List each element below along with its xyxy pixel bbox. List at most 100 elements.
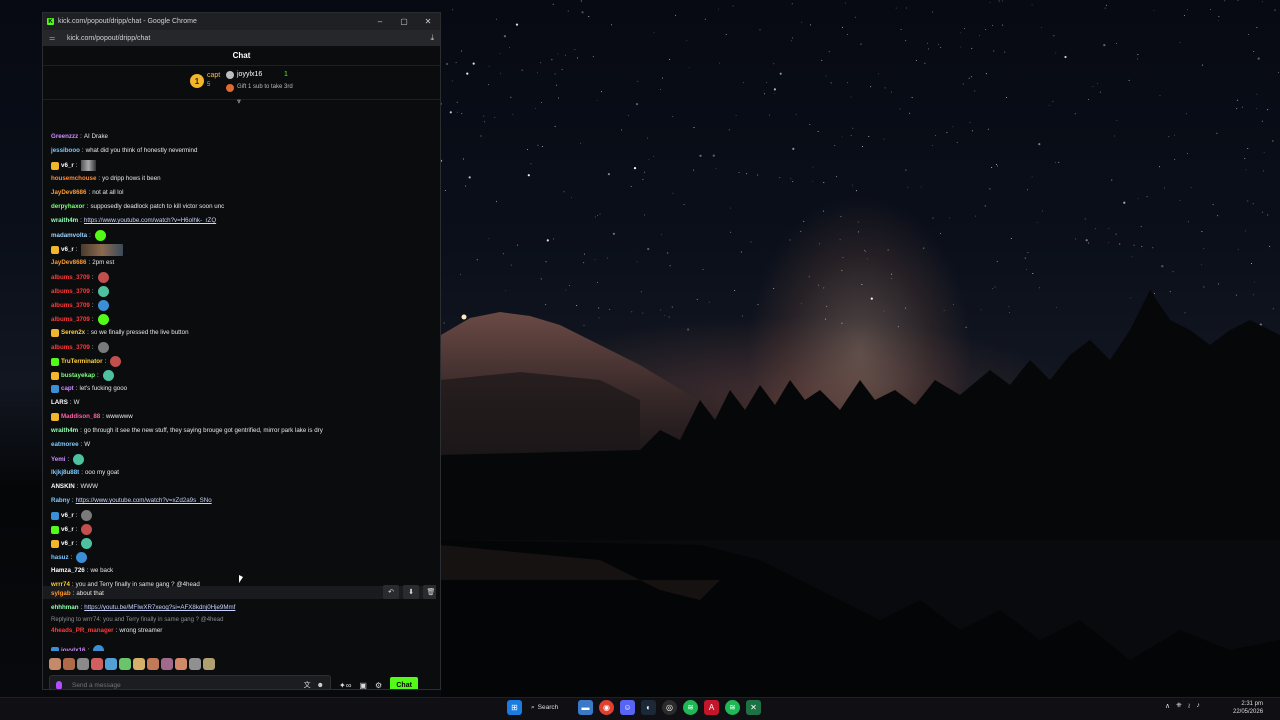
chat-message[interactable]: JayDev8686:2pm est bbox=[51, 258, 114, 268]
chat-emote-icon[interactable] bbox=[81, 244, 124, 256]
chat-username[interactable]: wraith4m bbox=[51, 216, 78, 226]
chat-message[interactable]: capt: let's fucking gooo bbox=[51, 384, 127, 394]
spotify-icon[interactable]: ≋ bbox=[683, 700, 698, 715]
send-chat-button[interactable]: Chat bbox=[390, 677, 419, 689]
chat-username[interactable]: ANSKIN bbox=[51, 482, 75, 492]
recent-emote-icon[interactable] bbox=[77, 658, 89, 670]
chat-username[interactable]: JayDev8686 bbox=[51, 188, 86, 198]
chat-username[interactable]: TruTerminator bbox=[61, 357, 102, 367]
microphone-icon[interactable] bbox=[56, 680, 62, 689]
second-gifter-name[interactable]: joyylx16 bbox=[237, 71, 262, 78]
chat-message[interactable]: housemchouse: yo dripp hows it been bbox=[51, 174, 161, 184]
volume-icon[interactable]: ♪ bbox=[1196, 702, 1200, 710]
chat-message[interactable]: Seren2x: so we finally pressed the live b… bbox=[51, 328, 189, 338]
chat-message[interactable]: jessibooo: what did you think of honestly… bbox=[51, 146, 197, 156]
chat-message[interactable]: madamvolta: bbox=[51, 230, 106, 241]
chat-message-text[interactable]: https://www.youtube.com/watch?v=H6olhk-_… bbox=[84, 216, 216, 226]
chat-username[interactable]: Greenzzz bbox=[51, 132, 78, 142]
chat-message[interactable]: Rabny: https://www.youtube.com/watch?v=xZ… bbox=[51, 496, 212, 506]
chat-username[interactable]: albums_3709 bbox=[51, 343, 90, 353]
chat-username[interactable]: v6_r bbox=[61, 525, 74, 535]
obs-icon[interactable]: ◎ bbox=[662, 700, 677, 715]
chat-username[interactable]: v6_r bbox=[61, 511, 74, 521]
chat-message[interactable]: albums_3709: bbox=[51, 272, 109, 283]
settings-gear-icon[interactable]: ⚙ bbox=[375, 681, 382, 690]
emoji-icon[interactable]: ☻ bbox=[317, 682, 324, 689]
chat-emote-icon[interactable] bbox=[97, 300, 109, 311]
chat-message[interactable]: ehhhman: https://youtu.be/MFIwXR7xeog?si=… bbox=[51, 603, 235, 613]
chat-emote-icon[interactable] bbox=[76, 552, 88, 563]
chrome-icon[interactable]: ◉ bbox=[599, 700, 614, 715]
chat-message[interactable]: v6_r: bbox=[51, 244, 124, 256]
chat-username[interactable]: wraith4m bbox=[51, 426, 78, 436]
steam-icon[interactable]: ◐ bbox=[641, 700, 656, 715]
chat-username[interactable]: Hamza_726 bbox=[51, 566, 85, 576]
chat-username[interactable]: madamvolta bbox=[51, 231, 87, 241]
chat-message[interactable]: albums_3709: bbox=[51, 300, 109, 311]
recent-emote-icon[interactable] bbox=[147, 658, 159, 670]
points-icon[interactable]: ✦∞ bbox=[339, 681, 351, 690]
chat-username[interactable]: v6_r bbox=[61, 161, 74, 171]
chat-emote-icon[interactable] bbox=[81, 510, 93, 521]
chat-username[interactable]: albums_3709 bbox=[51, 273, 90, 283]
chat-message-text[interactable]: https://youtu.be/MFIwXR7xeog?si=AFX8kdnj… bbox=[84, 603, 235, 613]
chat-emote-icon[interactable] bbox=[102, 370, 114, 381]
chat-username[interactable]: derpyhaxor bbox=[51, 202, 85, 212]
chat-username[interactable]: Rabny bbox=[51, 496, 70, 506]
chat-username[interactable]: bustayekap bbox=[61, 371, 95, 381]
chat-username[interactable]: ehhhman bbox=[51, 603, 79, 613]
chat-message[interactable]: LARS: W bbox=[51, 398, 79, 408]
chat-message[interactable]: wraith4m: go through it see the new stuff… bbox=[51, 426, 323, 436]
spotify-icon-2[interactable]: ≋ bbox=[725, 700, 740, 715]
discord-icon[interactable]: ☺ bbox=[620, 700, 635, 715]
chat-message[interactable]: JayDev8686: not at all lol bbox=[51, 188, 124, 198]
chat-username[interactable]: sylgab bbox=[51, 589, 71, 599]
chat-message[interactable]: v6_r: bbox=[51, 160, 97, 171]
chat-username[interactable]: LARS bbox=[51, 398, 68, 408]
chat-message[interactable]: ANSKIN: WWW bbox=[51, 482, 98, 492]
reply-icon[interactable]: ↶ bbox=[383, 585, 399, 599]
recent-emote-icon[interactable] bbox=[175, 658, 187, 670]
chat-message[interactable]: eatmoree: W bbox=[51, 440, 90, 450]
chat-message[interactable]: sylgab: about that bbox=[51, 589, 104, 599]
address-bar[interactable]: ⚌ kick.com/popout/dripp/chat ⤓ bbox=[43, 30, 440, 46]
excel-icon[interactable]: ✕ bbox=[746, 700, 761, 715]
chat-message[interactable]: Hamza_726: we back bbox=[51, 566, 113, 576]
chat-message[interactable]: Yemi: bbox=[51, 454, 85, 465]
chat-message[interactable]: albums_3709: bbox=[51, 314, 109, 325]
chat-emote-icon[interactable] bbox=[73, 454, 85, 465]
chat-username[interactable]: eatmoree bbox=[51, 440, 79, 450]
chat-message[interactable]: hasuz: bbox=[51, 552, 88, 563]
chat-emote-icon[interactable] bbox=[97, 272, 109, 283]
recent-emote-icon[interactable] bbox=[105, 658, 117, 670]
chat-message[interactable]: albums_3709: bbox=[51, 342, 109, 353]
chat-message[interactable]: wraith4m: https://www.youtube.com/watch?v… bbox=[51, 216, 216, 226]
chat-username[interactable]: Yemi bbox=[51, 455, 65, 465]
chat-message[interactable]: bustayekap: bbox=[51, 370, 114, 381]
taskbar-search[interactable]: ⌕ Search bbox=[528, 700, 572, 715]
chat-username[interactable]: jessibooo bbox=[51, 146, 80, 156]
chat-message[interactable]: albums_3709: bbox=[51, 286, 109, 297]
file-explorer-icon[interactable]: ▬ bbox=[578, 700, 593, 715]
chat-emote-icon[interactable] bbox=[94, 230, 106, 241]
message-input[interactable] bbox=[72, 681, 298, 689]
chat-username[interactable]: Maddison_88 bbox=[61, 412, 100, 422]
chat-emote-icon[interactable] bbox=[93, 645, 105, 651]
recent-emote-icon[interactable] bbox=[119, 658, 131, 670]
chat-username[interactable]: lkjkj8u88t bbox=[51, 468, 79, 478]
chat-message[interactable]: 4heads_PR_manager: wrong streamer bbox=[51, 626, 162, 636]
chat-message[interactable]: derpyhaxor: supposedly deadlock patch to … bbox=[51, 202, 224, 212]
adobe-icon[interactable]: A bbox=[704, 700, 719, 715]
chat-message-text[interactable]: https://www.youtube.com/watch?v=xZd2a9s_… bbox=[76, 496, 212, 506]
chat-username[interactable]: Seren2x bbox=[61, 328, 85, 338]
chat-emote-icon[interactable] bbox=[97, 314, 109, 325]
chat-username[interactable]: albums_3709 bbox=[51, 301, 90, 311]
chat-username[interactable]: albums_3709 bbox=[51, 287, 90, 297]
chat-emote-icon[interactable] bbox=[110, 356, 122, 367]
recent-emote-icon[interactable] bbox=[91, 658, 103, 670]
close-icon[interactable]: ✕ bbox=[416, 17, 440, 26]
tray-expand-icon[interactable]: ∧ bbox=[1165, 702, 1170, 710]
taskbar-clock[interactable]: 2:31 pm 22/05/2026 bbox=[1233, 700, 1263, 716]
chat-emote-icon[interactable] bbox=[81, 160, 97, 171]
gift-sub-prompt[interactable]: Gift 1 sub to take 3rd bbox=[237, 84, 293, 90]
